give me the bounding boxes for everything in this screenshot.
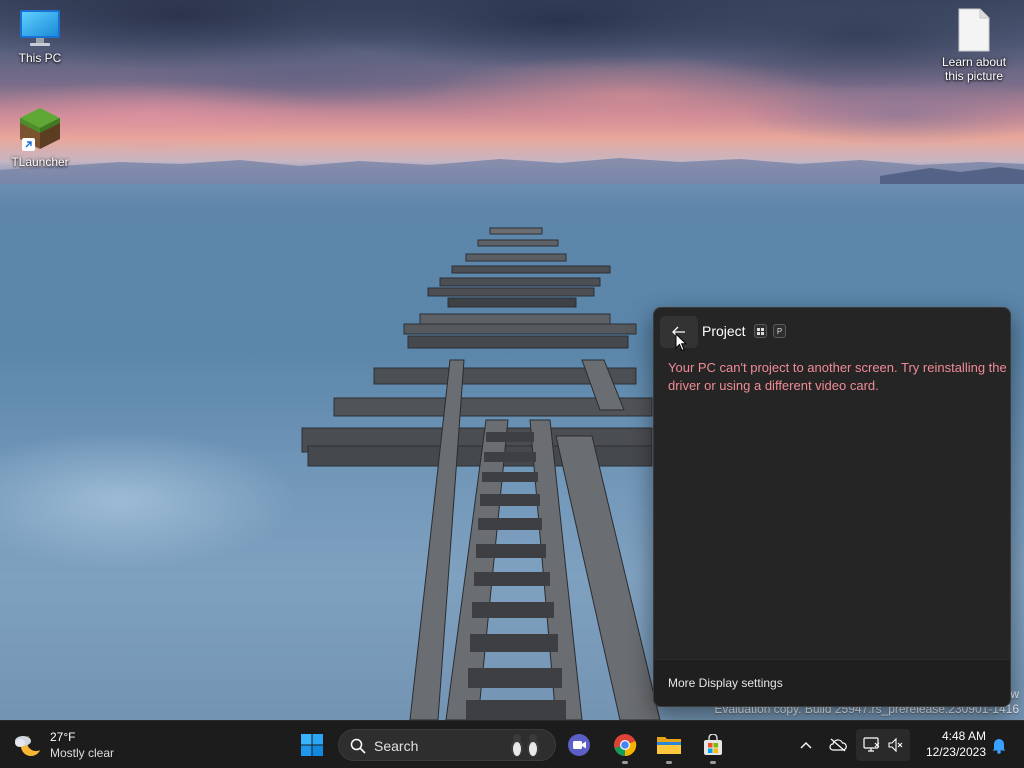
taskbar-search-box[interactable]: Search: [338, 729, 556, 761]
search-placeholder: Search: [374, 738, 419, 754]
network-volume-button[interactable]: [856, 729, 910, 761]
desktop-icon-label: This PC: [18, 51, 62, 65]
project-flyout: Project P Your PC can't project to anoth…: [653, 307, 1011, 707]
moon-cloud-icon: [15, 733, 42, 756]
network-icon: [863, 737, 880, 752]
desktop-icon-label: TLauncher: [11, 155, 69, 169]
notifications-button[interactable]: [986, 729, 1012, 761]
document-icon: [958, 8, 990, 52]
watermark-line-1: w: [1010, 687, 1019, 701]
taskbar-app-file-explorer[interactable]: [649, 725, 689, 765]
windows-key-icon: [754, 324, 767, 338]
clock-time: 4:48 AM: [941, 729, 986, 743]
flyout-header: Project P: [654, 308, 1010, 354]
chevron-up-icon: [800, 742, 812, 749]
clock-date: 12/23/2023: [925, 745, 986, 759]
desktop-icon-this-pc[interactable]: This PC: [0, 8, 80, 65]
taskbar-app-meet[interactable]: [560, 725, 600, 765]
running-indicator: [710, 761, 716, 764]
show-hidden-icons-button[interactable]: [793, 729, 819, 761]
start-icon: [301, 734, 323, 756]
search-icon: [350, 738, 366, 754]
mouse-cursor-icon: [675, 333, 687, 352]
weather-temperature: 27°F: [50, 730, 76, 744]
speaker-muted-icon: [888, 737, 903, 753]
search-highlight-penguins-icon: [511, 734, 539, 757]
projection-error-message: Your PC can't project to another screen.…: [668, 360, 1007, 393]
flyout-title: Project: [702, 323, 746, 339]
taskbar: 27°F Mostly clear Search 4:48 AM 12/23/2…: [0, 720, 1024, 768]
running-indicator: [666, 761, 672, 764]
bell-icon: [992, 739, 1006, 754]
taskbar-app-chrome[interactable]: [605, 725, 645, 765]
flyout-footer: More Display settings: [654, 659, 1010, 706]
meet-icon: [568, 734, 590, 756]
file-explorer-icon: [657, 737, 681, 754]
chrome-icon: [614, 734, 637, 757]
more-display-settings-link[interactable]: More Display settings: [668, 676, 783, 690]
store-icon: [704, 734, 722, 755]
cloud-offline-icon: [829, 738, 847, 752]
desktop-icon-tlauncher[interactable]: TLauncher: [0, 106, 80, 169]
desktop-icon-label: Learn about this picture: [941, 55, 1007, 83]
running-indicator: [622, 761, 628, 764]
taskbar-clock[interactable]: 4:48 AM 12/23/2023: [914, 728, 986, 760]
p-key: P: [773, 324, 786, 338]
desktop-icon-learn-about-picture[interactable]: Learn about this picture: [934, 8, 1014, 83]
weather-widget[interactable]: 27°F Mostly clear: [14, 727, 134, 763]
onedrive-status-button[interactable]: [825, 729, 851, 761]
weather-condition: Mostly clear: [50, 746, 115, 760]
shortcut-arrow-icon: [22, 138, 35, 151]
monitor-icon: [20, 10, 60, 46]
start-button[interactable]: [292, 725, 332, 765]
taskbar-app-store[interactable]: [693, 725, 733, 765]
